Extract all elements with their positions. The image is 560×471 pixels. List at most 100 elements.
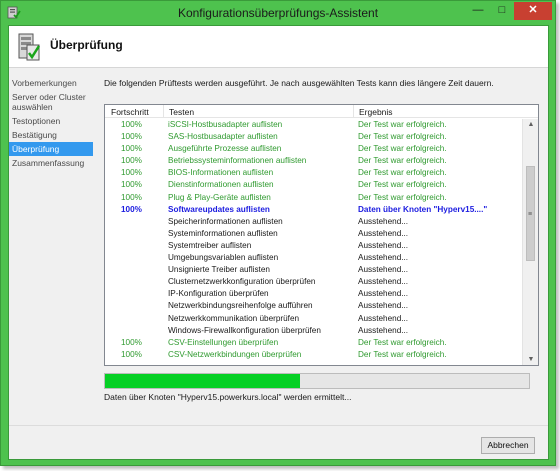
table-row[interactable]: IP-Konfiguration überprüfen Ausstehend... (105, 288, 523, 300)
cell-test-name: SAS-Hostbusadapter auflisten (168, 132, 278, 142)
table-row[interactable]: 100% Betriebssysteminformationen aufliste… (105, 155, 523, 167)
cell-result: Der Test war erfolgreich. (358, 168, 447, 178)
cell-progress: 100% (121, 337, 142, 347)
cell-progress: 100% (121, 144, 142, 154)
cell-test-name: CSV-Einstellungen überprüfen (168, 337, 279, 347)
maximize-button[interactable]: □ (490, 2, 514, 20)
cell-progress: 100% (121, 349, 142, 359)
cell-test-name: Betriebssysteminformationen auflisten (168, 156, 307, 166)
table-row[interactable]: Netzwerkkommunikation überprüfen Ausstehe… (105, 313, 523, 325)
cell-test-name: Speicherinformationen auflisten (168, 216, 283, 226)
cell-test-name: CSV-Netzwerkbindungen überprüfen (168, 349, 302, 359)
table-row[interactable]: Speicherinformationen auflisten Ausstehen… (105, 216, 523, 228)
cell-result: Ausstehend... (358, 301, 409, 311)
table-row[interactable]: 100% BIOS-Informationen auflisten Der Test… (105, 167, 523, 179)
page-title: Überprüfung (50, 38, 123, 52)
cancel-button[interactable]: Abbrechen (481, 437, 535, 454)
wizard-window: Konfigurationsüberprüfungs-Assistent — □… (0, 0, 556, 466)
cell-progress: 100% (121, 120, 142, 129)
table-row[interactable]: 100% CSV-Netzwerkbindungen überprüfen Der … (105, 349, 523, 361)
test-list[interactable]: Fortschritt Testen Ergebnis 100% iSCSI-Ho… (104, 104, 539, 366)
cell-test-name: Unsignierte Treiber auflisten (168, 265, 270, 275)
column-header-progress[interactable]: Fortschritt (111, 107, 149, 117)
cell-result: Ausstehend... (358, 313, 409, 323)
cell-result: Der Test war erfolgreich. (358, 156, 447, 166)
cell-result: Der Test war erfolgreich. (358, 180, 447, 190)
cell-progress: 100% (121, 156, 142, 166)
cell-result: Ausstehend... (358, 216, 409, 226)
cell-test-name: Systeminformationen auflisten (168, 228, 278, 238)
arrow-up-icon[interactable]: ▲ (523, 119, 538, 131)
cell-result: Ausstehend... (358, 253, 409, 263)
wizard-client-area: Überprüfung Vorbemerkungen Server oder C… (8, 25, 549, 460)
cell-result: Der Test war erfolgreich. (358, 337, 447, 347)
cell-result: Ausstehend... (358, 289, 409, 299)
title-bar[interactable]: Konfigurationsüberprüfungs-Assistent — □… (1, 1, 555, 25)
table-row[interactable]: 100% SAS-Hostbusadapter auflisten Der Test… (105, 131, 523, 143)
table-row[interactable]: Unsignierte Treiber auflisten Ausstehend.… (105, 264, 523, 276)
column-divider[interactable] (353, 105, 354, 117)
column-divider[interactable] (163, 105, 164, 117)
close-button[interactable]: ✕ (514, 2, 552, 20)
cell-test-name: Systemtreiber auflisten (168, 240, 252, 250)
cell-progress: 100% (121, 168, 142, 178)
nav-step-zusammenfassung[interactable]: Zusammenfassung (9, 156, 93, 170)
nav-step-vorbemerkungen[interactable]: Vorbemerkungen (9, 76, 93, 90)
minimize-button[interactable]: — (466, 2, 490, 20)
cell-result: Ausstehend... (358, 277, 409, 287)
table-row[interactable]: Systemtreiber auflisten Ausstehend... (105, 240, 523, 252)
wizard-steps-nav: Vorbemerkungen Server oder Cluster auswä… (9, 76, 93, 170)
cell-test-name: Netzwerkbindungsreihenfolge aufführen (168, 301, 313, 311)
arrow-down-icon[interactable]: ▼ (523, 354, 538, 365)
cell-test-name: Softwareupdates auflisten (168, 204, 270, 214)
server-check-icon (18, 33, 41, 61)
cell-test-name: Netzwerkkommunikation überprüfen (168, 313, 300, 323)
table-row[interactable]: Windows-Firewallkonfiguration überprüfen… (105, 325, 523, 337)
table-row[interactable]: 100% Plug & Play-Geräte auflisten Der Test… (105, 192, 523, 204)
cell-test-name: Umgebungsvariablen auflisten (168, 253, 279, 263)
cell-progress: 100% (121, 132, 142, 142)
table-row[interactable]: 100% Ausgeführte Prozesse auflisten Der Te… (105, 143, 523, 155)
grip-icon: ≡ (528, 211, 533, 218)
cell-result: Der Test war erfolgreich. (358, 120, 447, 129)
footer-divider (9, 425, 548, 426)
status-text: Daten über Knoten "Hyperv15.powerkurs.lo… (104, 392, 352, 402)
cell-test-name: Windows-Firewallkonfiguration überprüfen (168, 325, 321, 335)
table-row[interactable]: 100% Softwareupdates auflisten Daten über … (105, 204, 523, 216)
nav-step-testoptionen[interactable]: Testoptionen (9, 114, 93, 128)
cell-test-name: BIOS-Informationen auflisten (168, 168, 274, 178)
nav-step-ueberpruefung[interactable]: Überprüfung (9, 142, 93, 156)
cell-result: Der Test war erfolgreich. (358, 192, 447, 202)
nav-step-server-auswahl[interactable]: Server oder Cluster auswählen (9, 90, 93, 114)
cell-result: Der Test war erfolgreich. (358, 132, 447, 142)
progress-fill (105, 374, 301, 388)
cell-result: Ausstehend... (358, 265, 409, 275)
list-header: Fortschritt Testen Ergebnis (105, 105, 538, 118)
cell-test-name: IP-Konfiguration überprüfen (168, 289, 269, 299)
list-rows: 100% iSCSI-Hostbusadapter auflisten Der Te… (105, 119, 523, 361)
table-row[interactable]: Systeminformationen auflisten Ausstehend.… (105, 228, 523, 240)
cell-test-name: Dienstinformationen auflisten (168, 180, 274, 190)
table-row[interactable]: 100% CSV-Einstellungen überprüfen Der Test… (105, 337, 523, 349)
cell-result: Ausstehend... (358, 325, 409, 335)
table-row[interactable]: Netzwerkbindungsreihenfolge aufführen Aus… (105, 300, 523, 312)
cell-progress: 100% (121, 192, 142, 202)
vertical-scrollbar[interactable]: ▲ ≡ ▼ (522, 119, 538, 365)
table-row[interactable]: Clusternetzwerkkonfiguration überprüfen A… (105, 276, 523, 288)
cell-result: Der Test war erfolgreich. (358, 144, 447, 154)
cell-test-name: Ausgeführte Prozesse auflisten (168, 144, 282, 154)
column-header-result[interactable]: Ergebnis (359, 107, 393, 117)
main-content: Die folgenden Prüftests werden ausgeführ… (104, 74, 542, 88)
column-header-test[interactable]: Testen (169, 107, 194, 117)
table-row[interactable]: 100% Dienstinformationen auflisten Der Tes… (105, 179, 523, 191)
progress-bar (104, 373, 530, 389)
cell-test-name: Plug & Play-Geräte auflisten (168, 192, 271, 202)
cell-result: Daten über Knoten "Hyperv15...." (358, 204, 488, 214)
table-row[interactable]: Umgebungsvariablen auflisten Ausstehend..… (105, 252, 523, 264)
wizard-header: Überprüfung (9, 26, 548, 68)
cell-result: Ausstehend... (358, 240, 409, 250)
nav-step-bestaetigung[interactable]: Bestätigung (9, 128, 93, 142)
cell-test-name: Clusternetzwerkkonfiguration überprüfen (168, 277, 316, 287)
table-row[interactable]: 100% iSCSI-Hostbusadapter auflisten Der Te… (105, 119, 523, 131)
cell-result: Ausstehend... (358, 228, 409, 238)
